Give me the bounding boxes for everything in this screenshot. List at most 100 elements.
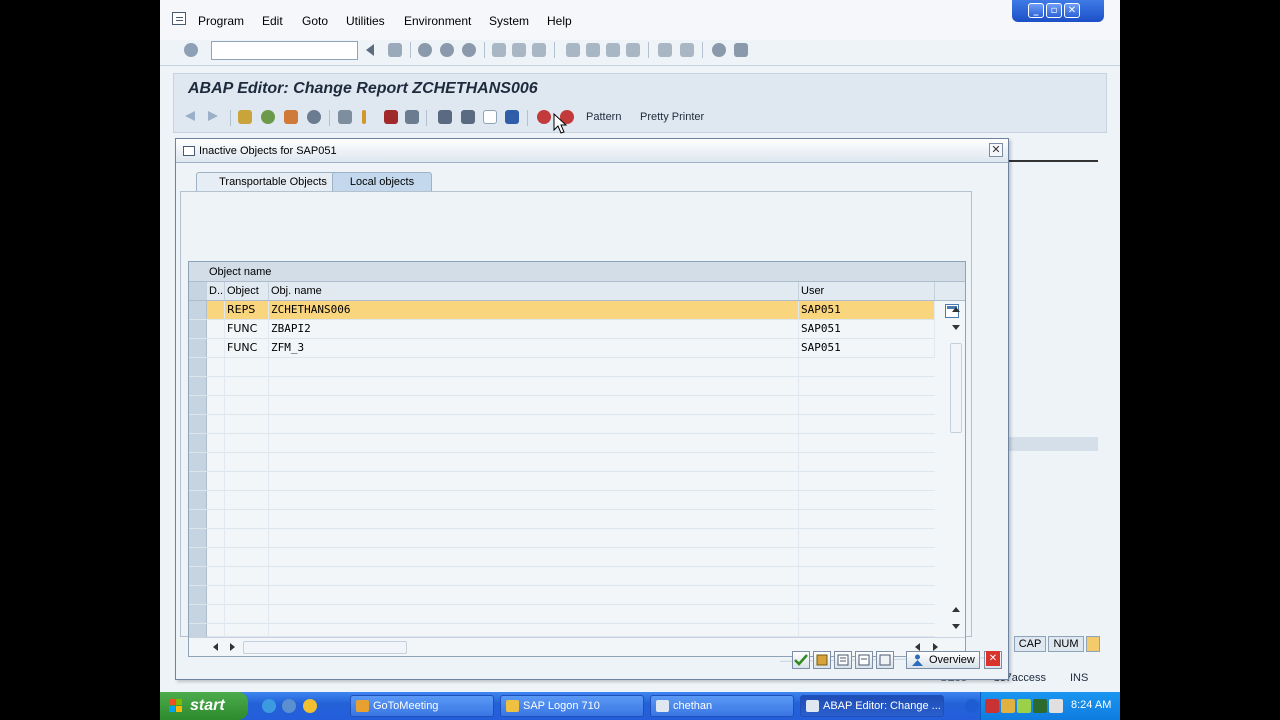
- set-breakpoint-icon[interactable]: [537, 110, 551, 124]
- column-header-user[interactable]: User: [799, 282, 935, 300]
- antivirus-icon[interactable]: [985, 699, 999, 713]
- minimize-button[interactable]: _: [1028, 3, 1044, 18]
- column-header-object[interactable]: Object: [225, 282, 269, 300]
- back-icon[interactable]: [418, 43, 432, 57]
- continue-button[interactable]: [792, 651, 810, 669]
- media-player-icon[interactable]: [303, 699, 317, 713]
- hierarchy-icon[interactable]: [438, 110, 452, 124]
- enter-check-icon[interactable]: [184, 43, 198, 57]
- close-window-button[interactable]: ✕: [1064, 3, 1080, 18]
- task-gotomeeting[interactable]: GoToMeeting: [350, 695, 494, 717]
- scroll-up-icon[interactable]: [952, 607, 960, 612]
- shortcut-icon[interactable]: [680, 43, 694, 57]
- print-icon[interactable]: [492, 43, 506, 57]
- previous-page-icon[interactable]: [586, 43, 600, 57]
- scroll-right-icon[interactable]: [933, 643, 938, 651]
- find-icon[interactable]: [512, 43, 526, 57]
- create-session-icon[interactable]: [658, 43, 672, 57]
- tray-monitor-icon[interactable]: [1049, 699, 1063, 713]
- status-icon[interactable]: [1086, 636, 1100, 652]
- scroll-down-icon[interactable]: [952, 624, 960, 629]
- layout-menu-icon[interactable]: [734, 43, 748, 57]
- exit-icon[interactable]: [440, 43, 454, 57]
- internet-explorer-icon[interactable]: [262, 699, 276, 713]
- window-controls: _ ▫ ✕: [1012, 0, 1104, 22]
- menu-program[interactable]: Program: [198, 14, 244, 28]
- column-header-d[interactable]: D..: [207, 282, 225, 300]
- save-icon[interactable]: [388, 43, 402, 57]
- breakpoint-icon[interactable]: [362, 110, 366, 124]
- tray-app-icon[interactable]: [1033, 699, 1047, 713]
- menu-environment[interactable]: Environment: [404, 14, 471, 28]
- display-object-button[interactable]: [876, 651, 894, 669]
- navigation-icon[interactable]: [405, 110, 419, 124]
- table-row[interactable]: REPS ZCHETHANS006 SAP051: [189, 301, 935, 320]
- task-sap-logon[interactable]: SAP Logon 710: [500, 695, 644, 717]
- help-icon[interactable]: [712, 43, 726, 57]
- last-page-icon[interactable]: [626, 43, 640, 57]
- sap-window-icon: [806, 700, 819, 712]
- menu-help[interactable]: Help: [547, 14, 572, 28]
- overview-button[interactable]: Overview: [906, 651, 980, 669]
- object-list-icon[interactable]: [384, 110, 398, 124]
- scroll-left-icon[interactable]: [915, 643, 920, 651]
- test-icon[interactable]: [307, 110, 321, 124]
- check-icon[interactable]: [261, 110, 275, 124]
- find-next-icon[interactable]: [532, 43, 546, 57]
- system-menu-icon[interactable]: [172, 12, 186, 25]
- network-icon[interactable]: [1001, 699, 1015, 713]
- back-arrow-icon[interactable]: [366, 44, 374, 56]
- clock[interactable]: 8:24 AM: [1071, 699, 1111, 711]
- table-row[interactable]: FUNC ZBAPI2 SAP051: [189, 320, 935, 339]
- start-button[interactable]: start: [160, 692, 248, 720]
- display-change-icon[interactable]: [238, 110, 252, 124]
- quicklaunch-icon[interactable]: [282, 699, 296, 713]
- menu-edit[interactable]: Edit: [262, 14, 283, 28]
- select-all-cell[interactable]: [189, 282, 207, 300]
- task-chethan[interactable]: chethan: [650, 695, 794, 717]
- row-selector[interactable]: [189, 320, 207, 338]
- where-used-icon[interactable]: [338, 110, 352, 124]
- layout-icon[interactable]: [461, 110, 475, 124]
- command-field[interactable]: [211, 41, 358, 60]
- vertical-scrollbar[interactable]: [948, 301, 964, 637]
- select-all-button[interactable]: [834, 651, 852, 669]
- dialog-close-button[interactable]: ✕: [989, 143, 1003, 157]
- pattern-button[interactable]: Pattern: [586, 111, 621, 123]
- row-selector[interactable]: [189, 301, 207, 319]
- tray-expand-icon[interactable]: [965, 699, 979, 713]
- table-row[interactable]: FUNC ZFM_3 SAP051: [189, 339, 935, 358]
- pretty-printer-button[interactable]: Pretty Printer: [640, 111, 704, 123]
- activate-icon[interactable]: [284, 110, 298, 124]
- next-page-icon[interactable]: [606, 43, 620, 57]
- cancel-button[interactable]: [984, 651, 1002, 669]
- column-header-obj-name[interactable]: Obj. name: [269, 282, 799, 300]
- menu-system[interactable]: System: [489, 14, 529, 28]
- menu-goto[interactable]: Goto: [302, 14, 328, 28]
- task-abap-editor[interactable]: ABAP Editor: Change ...: [800, 695, 944, 717]
- scroll-down-icon[interactable]: [952, 325, 960, 330]
- scroll-up-icon[interactable]: [952, 307, 960, 312]
- sap-gui-window: Program Edit Goto Utilities Environment …: [160, 0, 1120, 720]
- scroll-right-icon[interactable]: [230, 643, 235, 651]
- deselect-all-button[interactable]: [855, 651, 873, 669]
- scroll-left-icon[interactable]: [213, 643, 218, 651]
- horizontal-scroll-thumb[interactable]: [243, 641, 407, 654]
- arrow-left-icon[interactable]: [185, 111, 195, 121]
- menu-utilities[interactable]: Utilities: [346, 14, 385, 28]
- vertical-scroll-thumb[interactable]: [950, 343, 962, 433]
- cell-obj-name: ZFM_3: [269, 339, 799, 357]
- activate-selected-button[interactable]: [813, 651, 831, 669]
- arrow-right-icon[interactable]: [208, 111, 218, 121]
- maximize-button[interactable]: ▫: [1046, 3, 1062, 18]
- cell-object: FUNC: [225, 339, 269, 357]
- info-icon[interactable]: [505, 110, 519, 124]
- window-icon[interactable]: [483, 110, 497, 124]
- row-selector[interactable]: [189, 339, 207, 357]
- tab-transportable-objects[interactable]: Transportable Objects: [196, 172, 350, 192]
- volume-icon[interactable]: [1017, 699, 1031, 713]
- cancel-icon[interactable]: [462, 43, 476, 57]
- first-page-icon[interactable]: [566, 43, 580, 57]
- activate-icon: [816, 654, 828, 666]
- tab-local-objects[interactable]: Local objects: [332, 172, 432, 192]
